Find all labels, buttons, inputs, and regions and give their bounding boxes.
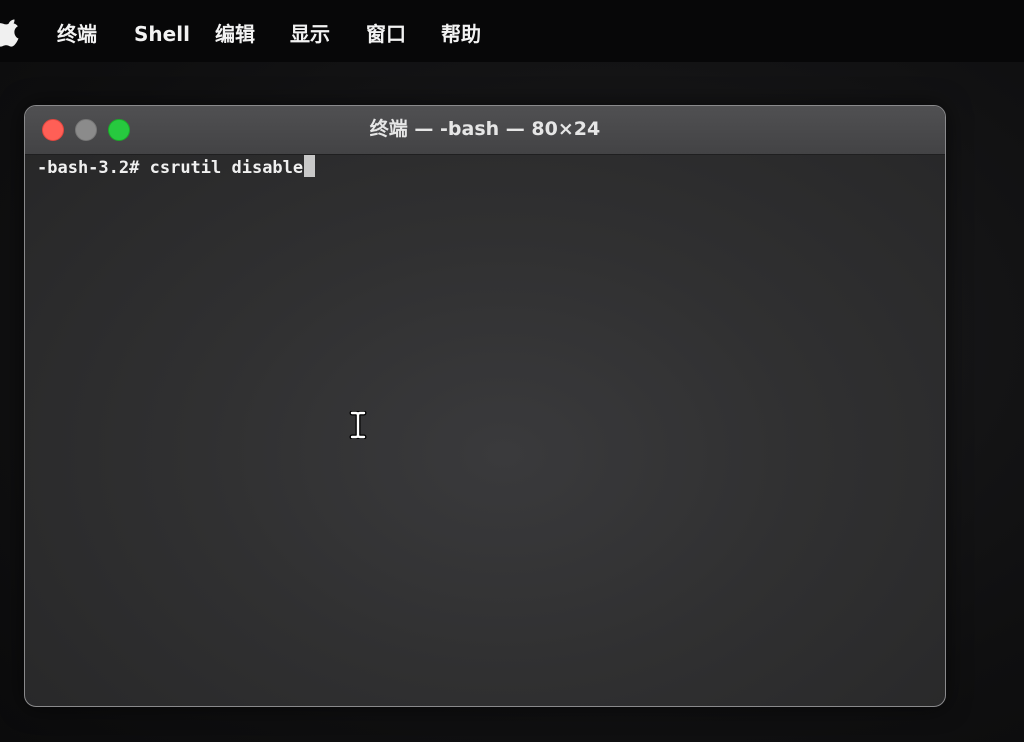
text-ibeam-cursor-icon	[349, 411, 367, 439]
menu-view[interactable]: 显示	[290, 20, 330, 48]
command-line: -bash-3.2# csrutil disable	[37, 155, 316, 180]
terminal-window: 终端 — -bash — 80×24 -bash-3.2# csrutil di…	[24, 105, 946, 707]
window-title: 终端 — -bash — 80×24	[369, 118, 601, 140]
menu-shell[interactable]: Shell	[134, 20, 190, 48]
shell-prompt: -bash-3.2#	[37, 158, 140, 178]
menu-terminal[interactable]: 终端	[57, 20, 97, 48]
menu-edit[interactable]: 编辑	[215, 20, 255, 48]
menu-window[interactable]: 窗口	[366, 20, 406, 48]
apple-logo-icon[interactable]	[0, 17, 22, 47]
window-titlebar[interactable]: 终端 — -bash — 80×24	[25, 106, 945, 155]
text-cursor	[304, 155, 316, 177]
menu-help[interactable]: 帮助	[441, 20, 481, 48]
typed-command: csrutil disable	[149, 158, 304, 178]
terminal-content[interactable]: -bash-3.2# csrutil disable	[25, 154, 945, 706]
menu-bar: 终端 Shell 编辑 显示 窗口 帮助	[0, 0, 1024, 63]
